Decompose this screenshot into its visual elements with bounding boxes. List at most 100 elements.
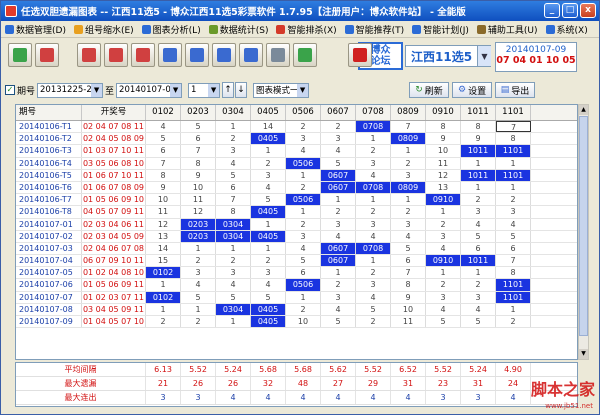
menu-icon [476,24,486,34]
tool-2-button[interactable] [35,43,59,67]
table-row[interactable]: 20140107-09 01 04 05 07 10 2 2 1 0405 10 5 2 11 5 5… [16,316,577,329]
omission-cell: 3 [321,133,356,145]
chart-mode-select[interactable]: 图表模式一 ▼ [253,82,310,98]
stats-value: 4 [391,391,426,404]
omission-cell: 13 [146,230,181,242]
app-window: 任选双胆遗漏图表 -- 江西11选5 - 博众江西11选5彩票软件 1.7.95… [0,0,600,415]
table-row[interactable]: 20140106-T3 01 03 07 10 11 6 7 3 1 4 4 2 1 10 1011 1… [16,145,577,158]
latest-draw-numbers: 07 04 01 10 05 [496,55,576,66]
menu-item-4[interactable]: 智能排杀(X) [272,23,340,36]
settings-button[interactable]: ⚙ 设置 [452,82,493,98]
close-button[interactable]: x [580,3,596,18]
column-header[interactable]: 1011 [461,105,496,120]
table-row[interactable]: 20140106-T4 03 05 06 08 10 7 8 4 2 0506 5 3 2 11 1 1 [16,157,577,170]
omission-cell: 3 [496,206,531,218]
omission-cell: 3 [391,169,426,181]
omission-cell: 4 [146,121,181,133]
omission-cell: 11 [146,206,181,218]
column-header[interactable]: 0203 [181,105,216,120]
table-row[interactable]: 20140106-T1 02 04 07 08 11 4 5 1 14 2 2 0708 7 8 8 7 [16,121,577,134]
refresh-button[interactable]: ↻ 刷新 [409,82,450,98]
table-row[interactable]: 20140107-02 02 03 04 05 09 13 0203 0304 0405 3… [16,230,577,243]
column-header[interactable]: 0809 [391,105,426,120]
column-header[interactable]: 开奖号 [82,105,146,120]
up-arrow-button[interactable]: ↑ [222,82,235,98]
tool-10-button[interactable] [266,43,290,67]
scroll-up-icon[interactable]: ▲ [579,105,588,115]
tool-9-button[interactable] [239,43,263,67]
menu-icon [141,24,151,34]
column-header[interactable]: 0102 [146,105,181,120]
omission-cell: 10 [181,181,216,194]
omission-cell: 4 [251,279,286,291]
tool-5-button[interactable] [131,43,155,67]
column-header[interactable]: 0304 [216,105,251,120]
stats-value: 31 [461,377,496,390]
table-row[interactable]: 20140107-03 02 04 06 07 08 14 1 1 1 4 0607 0708 5… [16,242,577,256]
menu-item-7[interactable]: 辅助工具(U) [473,23,542,36]
period-checkbox[interactable]: ✓ [5,85,15,95]
tool-4-button[interactable] [104,43,128,67]
menu-item-3[interactable]: 数据统计(S) [205,23,273,36]
stats-value: 6.52 [391,363,426,376]
omission-cell: 8 [461,121,496,133]
table-row[interactable]: 20140107-07 01 02 03 07 11 0102 5 5 5 1 3 4 9 3 3 11… [16,291,577,304]
column-header[interactable]: 0607 [321,105,356,120]
hit-cell: 1101 [496,291,531,303]
menu-item-6[interactable]: 智能计划(J) [408,23,473,36]
period-cell: 20140107-04 [16,255,82,267]
table-row[interactable]: 20140107-01 02 03 04 06 11 12 0203 0304 1 2 3 3 3… [16,218,577,231]
tool-7-button[interactable] [185,43,209,67]
table-row[interactable]: 20140106-T2 02 04 05 08 09 5 6 2 0405 3 3 1 0809 9… [16,133,577,146]
table-row[interactable]: 20140107-04 06 07 09 10 11 15 2 2 2 5 0607 1 6 091… [16,255,577,268]
hit-cell: 0607 [321,169,356,181]
menu-item-5[interactable]: 智能推荐(T) [341,23,409,36]
stats-value: 5.24 [216,363,251,376]
tool-12-icon [353,48,367,62]
omission-cell: 3 [391,218,426,230]
table-row[interactable]: 20140106-T8 04 05 07 09 11 11 12 8 0405 1 2 2 2 1 3… [16,206,577,219]
column-header[interactable]: 0708 [356,105,391,120]
table-row[interactable]: 20140107-06 01 05 06 09 11 1 4 4 4 0506 2 3 8 2 2 11… [16,279,577,292]
column-header[interactable]: 0910 [426,105,461,120]
column-header[interactable]: 期号 [16,105,82,120]
column-header[interactable]: 1101 [496,105,531,120]
period-to-select[interactable]: 20140107-09 ▼ [116,82,183,98]
menu-label: 图表分析(L) [152,25,201,36]
omission-cell: 4 [496,218,531,230]
table-row[interactable]: 20140106-T6 01 06 07 08 09 9 10 6 4 2 0607 0708 0… [16,181,577,195]
column-header[interactable]: 0506 [286,105,321,120]
refresh-icon: ↻ [415,85,423,95]
menu-item-1[interactable]: 组号缩水(E) [70,23,138,36]
count-stepper[interactable]: 1 ▼ [188,82,221,98]
table-row[interactable]: 20140106-T7 01 05 06 09 10 10 11 7 5 0506 1 1 1 09… [16,194,577,207]
scroll-down-icon[interactable]: ▼ [579,349,588,359]
menu-item-0[interactable]: 数据管理(D) [1,23,70,36]
stats-value: 24 [496,377,531,390]
tool-12-button[interactable] [348,43,372,67]
maximize-button[interactable]: □ [562,3,578,18]
table-row[interactable]: 20140107-05 01 02 04 08 10 0102 3 3 3 6 1 2 7 1 1 8 [16,267,577,280]
stats-value: 3 [146,391,181,404]
menu-item-8[interactable]: 系统(X) [542,23,592,36]
omission-cell: 3 [461,291,496,303]
chevron-down-icon[interactable]: ▼ [477,46,491,66]
table-row[interactable]: 20140107-08 03 04 05 09 11 1 1 0304 0405 2 4 5 10… [16,303,577,316]
omission-cell: 2 [391,157,426,169]
column-header[interactable]: 0405 [251,105,286,120]
menu-item-2[interactable]: 图表分析(L) [138,23,205,36]
tool-3-button[interactable] [77,43,101,67]
period-from-select[interactable]: 20131225-24 ▼ [37,82,104,98]
chevron-down-icon: ▼ [208,83,220,97]
export-button[interactable]: ▤ 导出 [495,82,536,98]
down-arrow-button[interactable]: ↓ [235,82,248,98]
title-bar[interactable]: 任选双胆遗漏图表 -- 江西11选5 - 博众江西11选5彩票软件 1.7.95… [1,1,599,21]
tool-11-button[interactable] [293,43,317,67]
vertical-scrollbar[interactable]: ▲ ▼ [578,104,589,360]
table-row[interactable]: 20140106-T5 01 06 07 10 11 8 9 5 3 1 0607 4 3 12 10… [16,169,577,182]
tool-6-button[interactable] [158,43,182,67]
minimize-button[interactable]: _ [544,3,560,18]
tool-8-button[interactable] [212,43,236,67]
scroll-thumb[interactable] [579,116,588,336]
tool-1-button[interactable] [8,43,32,67]
